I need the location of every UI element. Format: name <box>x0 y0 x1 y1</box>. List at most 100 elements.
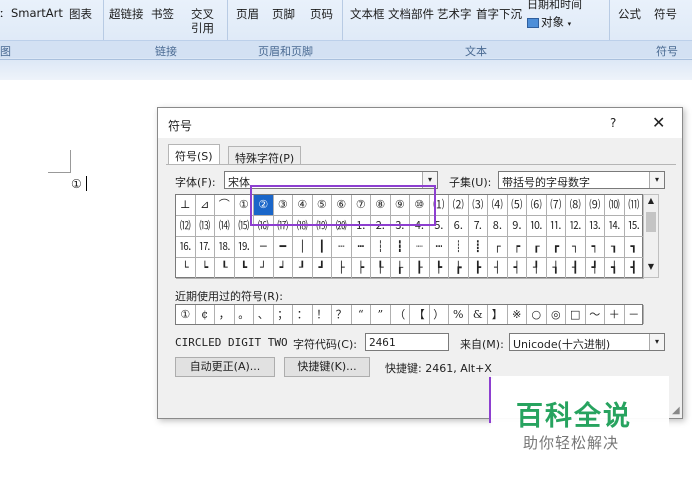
chevron-down-icon[interactable]: ▾ <box>649 334 664 350</box>
symbol-cell[interactable]: ┎ <box>527 237 547 258</box>
symbol-cell[interactable]: ┌ <box>488 237 508 258</box>
symbol-cell[interactable]: ⑽ <box>605 195 625 216</box>
recent-symbol-cell[interactable]: ！ <box>313 305 332 324</box>
symbol-cell[interactable]: ⒓ <box>566 216 586 237</box>
symbol-cell[interactable]: ┏ <box>546 237 566 258</box>
close-button[interactable]: ✕ <box>652 113 665 132</box>
symbol-cell[interactable]: ┟ <box>390 258 410 279</box>
symbol-cell[interactable]: │ <box>293 237 313 258</box>
symbol-cell[interactable]: ⒑ <box>527 216 547 237</box>
recent-symbol-cell[interactable]: 、 <box>254 305 274 324</box>
ribbon-button[interactable]: 页脚 <box>272 6 295 22</box>
symbol-cell[interactable]: ⒚ <box>234 237 254 258</box>
tab-symbols[interactable]: 符号(S) <box>168 144 220 165</box>
recent-symbol-cell[interactable]: ～ <box>586 305 605 324</box>
recent-symbol-cell[interactable]: ？ <box>332 305 352 324</box>
symbol-cell[interactable]: ┅ <box>351 237 371 258</box>
symbol-cell[interactable]: ┆ <box>371 237 391 258</box>
symbol-cell[interactable]: ┪ <box>605 258 625 279</box>
tab-special-characters[interactable]: 特殊字符(P) <box>228 146 302 165</box>
symbol-cell[interactable]: ┞ <box>371 258 391 279</box>
help-button[interactable]: ? <box>610 116 616 130</box>
symbol-cell[interactable]: ┠ <box>410 258 430 279</box>
symbol-cell[interactable]: ┦ <box>527 258 547 279</box>
recent-symbol-cell[interactable]: ： <box>293 305 313 324</box>
recent-symbol-cell[interactable]: ¢ <box>196 305 215 324</box>
object-button[interactable]: 对象 ▾ <box>527 14 571 30</box>
recent-symbol-cell[interactable]: ＋ <box>605 305 625 324</box>
symbol-cell[interactable]: ⒕ <box>605 216 625 237</box>
shortcut-key-button[interactable]: 快捷键(K)... <box>284 357 370 377</box>
scroll-thumb[interactable] <box>646 212 656 232</box>
symbol-cell[interactable]: ┢ <box>449 258 469 279</box>
symbol-cell[interactable]: ┧ <box>546 258 566 279</box>
symbol-cell[interactable]: ⒗ <box>176 237 196 258</box>
symbol-cell[interactable]: ┒ <box>605 237 625 258</box>
symbol-cell[interactable]: ⑶ <box>468 195 488 216</box>
ribbon-button[interactable]: ː <box>0 6 4 20</box>
recent-symbol-cell[interactable]: & <box>469 305 488 324</box>
symbol-cell[interactable]: ┫ <box>624 258 644 279</box>
symbol-cell[interactable]: ⒖ <box>624 216 644 237</box>
symbol-cell[interactable]: ┋ <box>468 237 488 258</box>
document-text[interactable]: ① <box>71 177 82 191</box>
symbol-cell[interactable]: ┍ <box>507 237 527 258</box>
symbol-cell[interactable]: ⌒ <box>215 195 235 216</box>
recent-symbol-cell[interactable]: ◎ <box>547 305 566 324</box>
chevron-down-icon[interactable]: ▾ <box>649 172 664 188</box>
symbol-cell[interactable]: ┑ <box>585 237 605 258</box>
ribbon-button[interactable]: 符号 <box>654 6 677 22</box>
recent-symbol-cell[interactable]: 【 <box>410 305 430 324</box>
scroll-up-icon[interactable]: ▲ <box>644 196 658 210</box>
ribbon-button[interactable]: 书签 <box>151 6 174 22</box>
ribbon-button[interactable]: 页码 <box>310 6 333 22</box>
ribbon-button[interactable]: 首字下沉 <box>476 6 522 22</box>
symbol-cell[interactable]: ┉ <box>429 237 449 258</box>
symbol-cell[interactable]: ┄ <box>332 237 352 258</box>
recent-symbols-grid[interactable]: ① ¢，。、；：！？ “” （【）% &】 ※ ○ ◎ □ ～＋－ <box>175 304 644 325</box>
symbol-cell[interactable]: ⑼ <box>585 195 605 216</box>
symbol-cell[interactable]: ┤ <box>488 258 508 279</box>
char-code-input[interactable]: 2461 <box>365 333 449 351</box>
symbol-cell[interactable]: ⒀ <box>195 216 215 237</box>
cross-reference-line2[interactable]: 引用 <box>191 20 214 36</box>
ribbon-button[interactable]: SmartArt <box>11 6 63 20</box>
ribbon-button[interactable]: 文档部件 <box>388 6 434 22</box>
symbol-cell[interactable]: ┛ <box>312 258 332 279</box>
from-select[interactable]: Unicode(十六进制) ▾ <box>509 333 665 351</box>
symbol-cell[interactable]: ⑺ <box>546 195 566 216</box>
symbol-cell[interactable]: └ <box>176 258 196 279</box>
recent-symbol-cell[interactable]: ※ <box>508 305 527 324</box>
symbol-cell[interactable]: ┊ <box>449 237 469 258</box>
symbol-cell[interactable]: ⒒ <box>546 216 566 237</box>
recent-symbol-cell[interactable]: ① <box>176 305 196 324</box>
symbol-cell[interactable]: ┈ <box>410 237 430 258</box>
symbol-cell[interactable]: ⒙ <box>215 237 235 258</box>
recent-symbol-cell[interactable]: 。 <box>235 305 254 324</box>
symbol-cell[interactable]: ⑹ <box>527 195 547 216</box>
subset-select[interactable]: 带括号的字母数字 ▾ <box>498 171 665 189</box>
autocorrect-button[interactable]: 自动更正(A)... <box>175 357 275 377</box>
ribbon-button[interactable]: 图表 <box>69 6 92 22</box>
symbol-cell[interactable]: ┘ <box>254 258 274 279</box>
symbol-cell[interactable]: ⑿ <box>176 216 196 237</box>
symbol-cell[interactable]: ⒎ <box>468 216 488 237</box>
recent-symbol-cell[interactable]: ； <box>274 305 293 324</box>
symbol-cell[interactable]: ⒐ <box>507 216 527 237</box>
symbol-cell[interactable]: ⑷ <box>488 195 508 216</box>
scroll-down-icon[interactable]: ▼ <box>644 262 658 276</box>
symbol-cell[interactable]: ⊿ <box>195 195 215 216</box>
symbol-cell[interactable]: ┐ <box>566 237 586 258</box>
symbol-cell[interactable]: ┨ <box>566 258 586 279</box>
symbol-cell[interactable]: ┓ <box>624 237 644 258</box>
recent-symbol-cell[interactable]: （ <box>391 305 410 324</box>
symbol-grid-scrollbar[interactable]: ▲ ▼ <box>643 194 659 278</box>
ribbon-button[interactable]: 超链接 <box>109 6 144 22</box>
symbol-cell[interactable]: ┡ <box>429 258 449 279</box>
symbol-cell[interactable]: ⑵ <box>449 195 469 216</box>
symbol-cell[interactable]: ┝ <box>351 258 371 279</box>
symbol-cell[interactable]: ⒁ <box>215 216 235 237</box>
symbol-cell[interactable]: ┖ <box>215 258 235 279</box>
symbol-cell[interactable]: ⒍ <box>449 216 469 237</box>
symbol-cell[interactable]: ┥ <box>507 258 527 279</box>
